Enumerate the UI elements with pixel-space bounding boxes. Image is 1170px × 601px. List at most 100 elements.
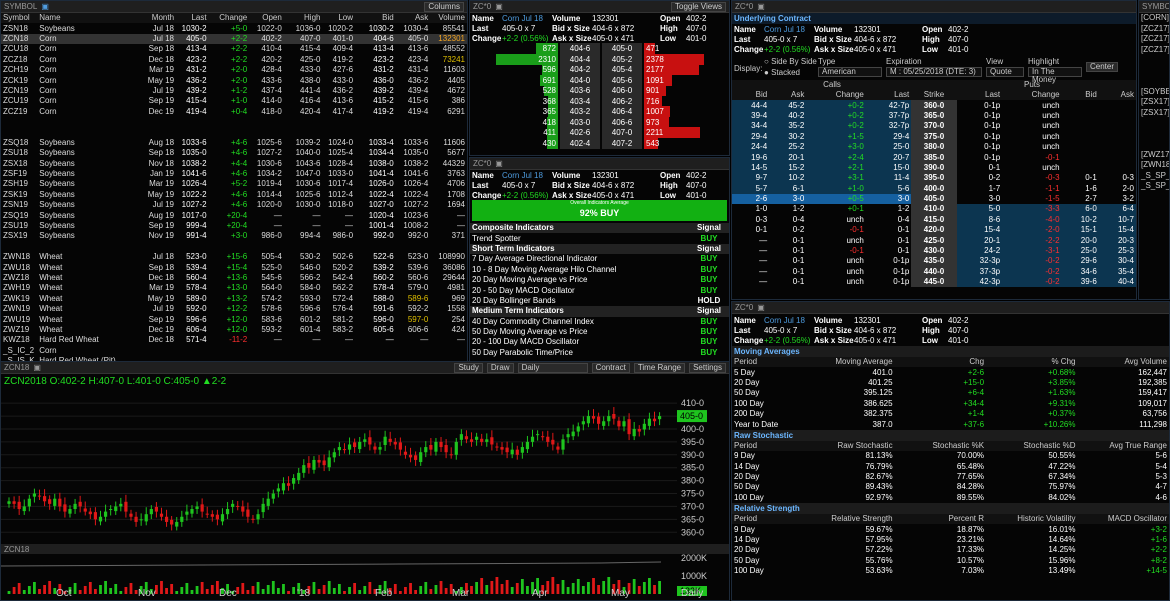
strip-symbol[interactable]: [ZCZ17]	[1139, 24, 1169, 35]
strip-symbol[interactable]	[1139, 66, 1169, 77]
price-chart[interactable]: 410-0 405-0 400-0 395-0 390-0 385-0 380-0 375-0…	[1, 374, 729, 600]
ask-price[interactable]: 405-2	[602, 53, 642, 65]
indicator-row[interactable]: 20 Day Moving Average vs Price BUY	[470, 275, 729, 285]
quote-row[interactable]: ZWZ19 Wheat Dec 19 606-4 +12-0 593-2 601-4 583-…	[1, 325, 467, 335]
option-row[interactable]: 14-5 15-2 +2-1 15-0 390-0 0-1 unch	[732, 162, 1136, 174]
expiration-select[interactable]: M : 05/25/2018 (DTE: 3)	[886, 67, 982, 77]
strip-symbol[interactable]: _S_SP_Z	[1139, 171, 1169, 182]
option-row[interactable]: 1-0 1-2 +0-1 1-2 410-0 5-0 -3-3 6-0 6-4	[732, 204, 1136, 215]
option-row[interactable]: 2-6 3-0 +0-5 3-0 405-0 3-0 -1-5 2-7 3-2	[732, 193, 1136, 205]
quote-row[interactable]: ZSH19 Soybeans Mar 19 1026-4 +5-2 1019-4 1030-…	[1, 179, 467, 189]
option-row[interactable]: 9-7 10-2 +3-1 11-4 395-0 0-2 -0-3 0-1 0-3	[732, 173, 1136, 184]
indicator-row[interactable]: 50 Day Moving Average vs Price BUY	[470, 327, 729, 337]
quote-row[interactable]: ZCN19 Corn Jul 19 439-2 +1-2 437-4 441-4 436-2 4…	[1, 86, 467, 96]
tech-symbol[interactable]: ZC*0	[473, 159, 491, 168]
column-header[interactable]: Name	[37, 13, 120, 24]
bid-price[interactable]: 403-4	[560, 95, 600, 107]
quote-row[interactable]: ZWU18 Wheat Sep 18 539-4 +15-4 525-0 546-0 520-…	[1, 262, 467, 272]
stats-symbol[interactable]: ZC*0	[735, 303, 753, 312]
column-header[interactable]: Symbol	[1, 13, 38, 24]
quote-row[interactable]: ZWN19 Wheat Jul 19 592-0 +12-2 578-6 596-6 576-…	[1, 304, 467, 314]
ask-price[interactable]: 407-0	[602, 127, 642, 138]
column-header[interactable]: Ask	[395, 13, 431, 24]
quote-row[interactable]: KWZ18 Hard Red Wheat Dec 18 571-4 -11-2 — — — — —…	[1, 335, 467, 345]
indicator-row[interactable]: 10 - 8 Day Moving Average Hilo Channel BU…	[470, 265, 729, 275]
option-row[interactable]: —0-1 -0-1 0-1 430-0 24-2 -3-1 25-0 25-3	[732, 245, 1136, 257]
chart-symbol[interactable]: ZCN18	[4, 363, 29, 372]
ask-price[interactable]: 406-0	[602, 85, 642, 96]
quote-row[interactable]	[1, 127, 467, 137]
toggle-views-button[interactable]: Toggle Views	[671, 1, 726, 12]
quote-row[interactable]: ZCN18 Corn Jul 18 405-0 +2-2 402-2 407-0 401-0 4…	[1, 33, 467, 45]
bid-price[interactable]: 402-6	[560, 127, 600, 138]
ask-price[interactable]: 405-0	[602, 43, 642, 54]
period-select[interactable]: Daily	[517, 362, 588, 373]
quote-row[interactable]: ZCU19 Corn Sep 19 415-4 +1-0 414-0 416-4 413-6 4…	[1, 96, 467, 106]
bid-price[interactable]: 403-0	[560, 116, 600, 128]
quote-row[interactable]	[1, 242, 467, 252]
column-header[interactable]: Open	[249, 13, 284, 24]
quote-row[interactable]: ZSX18 Soybeans Nov 18 1038-2 +4-4 1030-6 1043-…	[1, 158, 467, 168]
indicator-row[interactable]: 40 Day Commodity Channel Index BUY	[470, 317, 729, 327]
quote-row[interactable]: ZWU19 Wheat Sep 19 596-6 +12-0 583-6 601-2 581-…	[1, 314, 467, 324]
strip-symbol[interactable]: [ZSX17]	[1139, 108, 1169, 119]
quote-row[interactable]: ZCZ18 Corn Dec 18 423-2 +2-2 420-2 425-0 419-2 4…	[1, 55, 467, 65]
type-select[interactable]: American	[818, 67, 882, 77]
quote-row[interactable]: ZSN19 Soybeans Jul 19 1027-2 +4-6 1020-0 1030-…	[1, 200, 467, 210]
option-row[interactable]: 44-4 45-2 +0-2 42-7p 360-0 0-1p unch	[732, 100, 1136, 111]
quote-row[interactable]: ZCH19 Corn Mar 19 431-2 +2-0 428-4 433-0 427-6 4…	[1, 65, 467, 75]
quote-row[interactable]: ZWZ18 Wheat Dec 18 560-4 +13-6 545-6 566-2 542-…	[1, 273, 467, 283]
dropdown-icon[interactable]: ▣	[757, 303, 765, 312]
quote-row[interactable]: ZCK19 Corn May 19 436-2 +2-0 433-6 438-0 433-0 4…	[1, 75, 467, 85]
quote-row[interactable]: ZSQ19 Soybeans Aug 19 1017-0 +20-4 — — — 1020-4 1…	[1, 210, 467, 220]
option-row[interactable]: 19-6 20-1 +2-4 20-7 385-0 0-1p -0-1	[732, 152, 1136, 163]
bid-price[interactable]: 404-0	[560, 74, 600, 86]
options-symbol[interactable]: ZC*0	[735, 2, 753, 11]
quote-row[interactable]: ZSU18 Soybeans Sep 18 1035-0 +4-6 1027-2 1040-…	[1, 148, 467, 158]
indicator-row[interactable]: 20 - 50 Day MACD Oscillator BUY	[470, 285, 729, 295]
column-header[interactable]: Low	[322, 13, 356, 24]
strip-symbol[interactable]: [SOYBEA	[1139, 87, 1169, 98]
strip-symbol[interactable]: [ZSX17]	[1139, 97, 1169, 108]
dropdown-icon[interactable]: ▣	[757, 2, 765, 11]
strip-symbol[interactable]: [ZWZ17]	[1139, 150, 1169, 161]
settings-button[interactable]: Settings	[689, 362, 726, 373]
study-button[interactable]: Study	[454, 362, 483, 373]
quote-row[interactable]: ZSU19 Soybeans Sep 19 999-4 +20-4 — — — 1001-4 10…	[1, 221, 467, 231]
option-row[interactable]: — 0-1 unch 0-1p 440-0 37-3p -0-2 34-6 35-4	[732, 266, 1136, 278]
option-row[interactable]: 0-1 0-2 -0-1 0-1 420-0 15-4 -2-0 15-1 15-4	[732, 225, 1136, 236]
indicator-row[interactable]: 7 Day Average Directional Indicator BUY	[470, 254, 729, 264]
bid-price[interactable]: 403-6	[560, 85, 600, 96]
indicator-row[interactable]: 50 Day Parabolic Time/Price BUY	[470, 348, 729, 358]
column-header[interactable]: High	[283, 13, 323, 24]
option-row[interactable]: 29-4 30-2 +1-5 29-4 375-0 0-1p unch	[732, 131, 1136, 142]
bid-price[interactable]: 402-4	[560, 137, 600, 149]
ask-price[interactable]: 406-2	[602, 95, 642, 107]
contract-button[interactable]: Contract	[591, 362, 630, 373]
dropdown-icon[interactable]: ▣	[33, 363, 41, 372]
side-by-side-radio[interactable]: ○ Side By Side	[764, 57, 817, 66]
indicator-row[interactable]: Trend Spotter BUY	[470, 233, 729, 243]
quote-row[interactable]: ZSQ18 Soybeans Aug 18 1033-6 +4-6 1025-6 1039-…	[1, 138, 467, 148]
draw-button[interactable]: Draw	[486, 362, 514, 373]
quote-row[interactable]: ZSX19 Soybeans Nov 19 991-4 +3-0 986-0 994-4 98…	[1, 231, 467, 241]
bid-price[interactable]: 404-2	[560, 64, 600, 75]
option-row[interactable]: 34-4 35-2 +0-2 32-7p 370-0 0-1p unch	[732, 121, 1136, 132]
quote-row[interactable]: ZCU18 Corn Sep 18 413-4 +2-2 410-4 415-4 409-4 4…	[1, 44, 467, 54]
bid-price[interactable]: 403-2	[560, 106, 600, 117]
option-row[interactable]: — 0-1 unch 0-1p 445-0 42-3p -0-2 39-6 40-4	[732, 277, 1136, 288]
column-header[interactable]: Last	[176, 13, 209, 24]
indicator-row[interactable]: 20 - 100 Day MACD Oscillator BUY	[470, 337, 729, 347]
ask-price[interactable]: 406-4	[602, 106, 642, 117]
ask-price[interactable]: 406-6	[602, 116, 642, 128]
dropdown-icon[interactable]: ▣	[495, 159, 503, 168]
quote-row[interactable]: ZWN18 Wheat Jul 18 523-0 +15-6 505-4 530-2 502-…	[1, 252, 467, 262]
quote-row[interactable]: ZCZ19 Corn Dec 19 419-4 +0-4 418-0 420-4 417-4 4…	[1, 107, 467, 117]
strip-symbol[interactable]	[1139, 118, 1169, 129]
columns-button[interactable]: Columns	[424, 1, 464, 12]
option-row[interactable]: 0-3 0-4 unch 0-4 415-0 8-6 -4-0 10-2 10-7	[732, 214, 1136, 226]
column-header[interactable]: Change	[208, 13, 250, 24]
strip-symbol[interactable]	[1139, 139, 1169, 150]
quote-row[interactable]: ZSF19 Soybeans Jan 19 1041-6 +4-6 1034-2 1047-…	[1, 169, 467, 179]
ask-price[interactable]: 405-6	[602, 74, 642, 86]
